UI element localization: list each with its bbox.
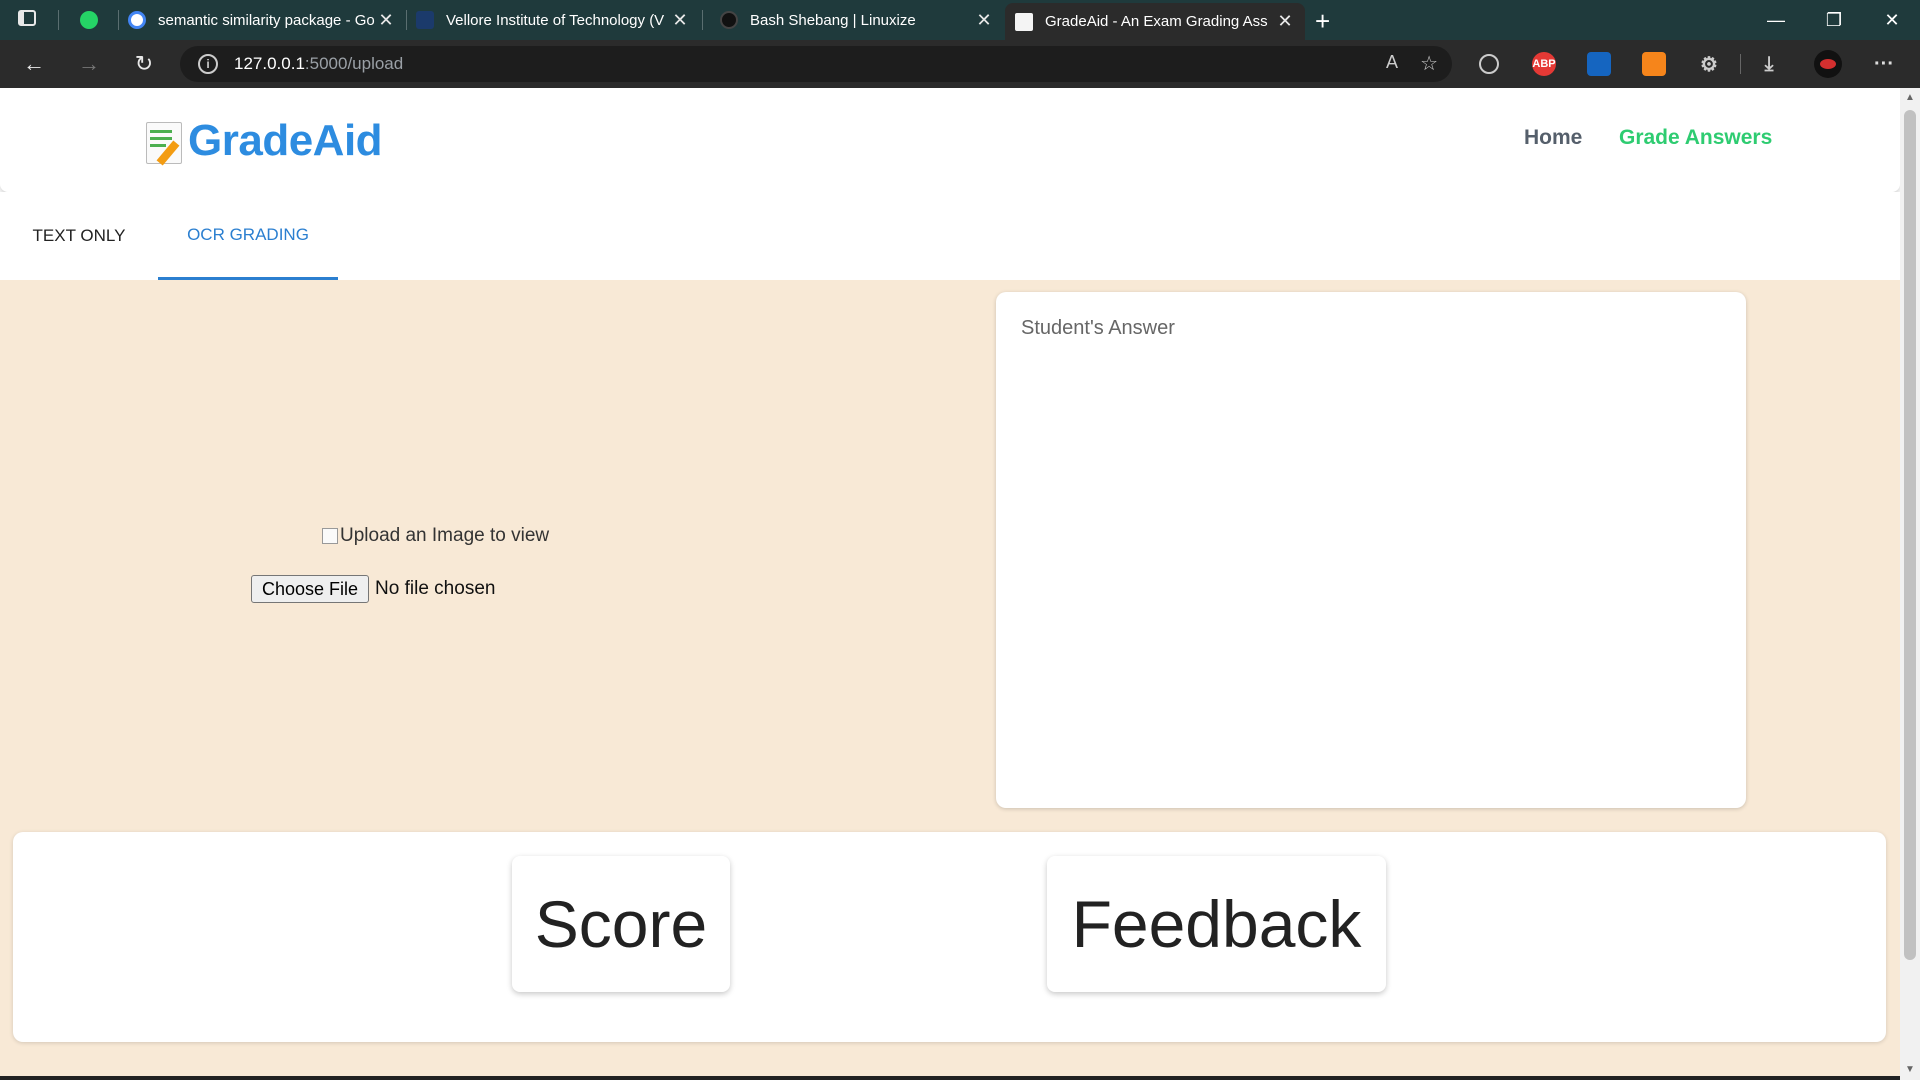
close-icon[interactable]: ✕: [1275, 11, 1295, 32]
broken-image-icon: [322, 528, 338, 544]
more-icon[interactable]: ···: [1872, 52, 1896, 76]
profile-icon[interactable]: [1814, 50, 1842, 78]
bitwarden-icon[interactable]: [1587, 52, 1611, 76]
tab-actions-icon[interactable]: [18, 10, 36, 26]
scroll-up-icon[interactable]: ▲: [1905, 92, 1915, 103]
back-icon[interactable]: ←: [18, 48, 50, 80]
nav-home[interactable]: Home: [1524, 126, 1582, 150]
gradeaid-icon: [1015, 12, 1033, 31]
puzzle-icon[interactable]: ⚙: [1697, 52, 1721, 76]
choose-file-button[interactable]: Choose File: [251, 575, 370, 603]
url-path: :5000/upload: [304, 54, 404, 73]
window-close-icon[interactable]: ✕: [1864, 0, 1920, 40]
site-info-icon[interactable]: i: [198, 54, 218, 74]
tab-ocr-grading[interactable]: OCR GRADING: [158, 192, 338, 280]
page-scrollbar[interactable]: ▲ ▼: [1900, 88, 1920, 1080]
tab-semantic-similarity[interactable]: semantic similarity package - Go ✕: [118, 0, 406, 40]
minimize-icon[interactable]: —: [1748, 0, 1804, 40]
download-icon[interactable]: ⤓: [1757, 52, 1781, 76]
vit-icon: [416, 11, 434, 29]
tab-title: Bash Shebang | Linuxize: [750, 11, 916, 29]
tab-separator: [702, 10, 703, 30]
ocr-content-area: Upload an Image to view Choose File No f…: [0, 280, 1900, 1080]
student-answer-placeholder: Student's Answer: [1021, 317, 1175, 339]
feedback-card: Feedback: [1047, 856, 1386, 992]
tab-text-only[interactable]: TEXT ONLY: [0, 192, 158, 280]
brand-logo[interactable]: GradeAid: [144, 116, 383, 166]
tab-whatsapp[interactable]: [70, 0, 116, 40]
file-status-text: No file chosen: [375, 578, 496, 599]
url-text: 127.0.0.1:5000/upload: [234, 54, 403, 74]
notepad-icon: [144, 118, 184, 166]
restore-icon[interactable]: ❐: [1806, 0, 1862, 40]
nav-grade-answers[interactable]: Grade Answers: [1619, 126, 1772, 150]
abp-icon[interactable]: ABP: [1532, 52, 1556, 76]
close-icon[interactable]: ✕: [974, 10, 994, 31]
tab-title: Vellore Institute of Technology (V: [446, 11, 665, 29]
uploaded-image-preview: Upload an Image to view: [322, 525, 549, 547]
browser-tab-bar: semantic similarity package - Go ✕ Vello…: [0, 0, 1920, 40]
read-aloud-icon[interactable]: A: [1386, 52, 1398, 73]
tab-gradeaid[interactable]: GradeAid - An Exam Grading Ass ✕: [1005, 3, 1305, 40]
favorite-icon[interactable]: ☆: [1420, 51, 1438, 76]
app-navbar: GradeAid Home Grade Answers: [0, 88, 1900, 192]
url-host: 127.0.0.1: [234, 54, 305, 73]
tab-title: GradeAid - An Exam Grading Ass: [1045, 13, 1268, 30]
google-icon: [128, 11, 146, 29]
file-input[interactable]: Choose File No file chosen: [251, 575, 495, 603]
tab-separator: [58, 10, 59, 30]
metamask-icon[interactable]: [1642, 52, 1666, 76]
page: GradeAid Home Grade Answers TEXT ONLY OC…: [0, 88, 1900, 1080]
new-tab-icon[interactable]: +: [1315, 6, 1330, 37]
refresh-icon[interactable]: ↻: [128, 48, 160, 80]
brand-name: GradeAid: [188, 116, 383, 165]
score-card: Score: [512, 856, 730, 992]
tab-vit[interactable]: Vellore Institute of Technology (V ✕: [406, 0, 700, 40]
grading-mode-tabs: TEXT ONLY OCR GRADING: [0, 192, 1900, 280]
abp-label: ABP: [1532, 58, 1556, 70]
address-bar: ← → ↻ i 127.0.0.1:5000/upload A ☆ ABP ⚙ …: [0, 40, 1920, 88]
close-icon[interactable]: ✕: [376, 10, 396, 31]
linuxize-icon: [720, 11, 738, 29]
url-field[interactable]: i 127.0.0.1:5000/upload A ☆: [180, 46, 1452, 82]
page-bottom-edge: [0, 1076, 1900, 1080]
tab-title: semantic similarity package - Go: [158, 11, 375, 29]
results-panel: Score Feedback: [13, 832, 1886, 1042]
toolbar-separator: [1740, 54, 1741, 74]
tab-linuxize[interactable]: Bash Shebang | Linuxize ✕: [710, 0, 1004, 40]
forward-icon[interactable]: →: [73, 48, 105, 80]
globe-icon[interactable]: [1479, 54, 1499, 74]
scrollbar-thumb[interactable]: [1904, 110, 1916, 960]
close-icon[interactable]: ✕: [670, 10, 690, 31]
scroll-down-icon[interactable]: ▼: [1905, 1064, 1915, 1075]
whatsapp-icon: [80, 11, 98, 29]
student-answer-box[interactable]: Student's Answer: [996, 292, 1746, 808]
image-alt-text: Upload an Image to view: [340, 525, 550, 546]
